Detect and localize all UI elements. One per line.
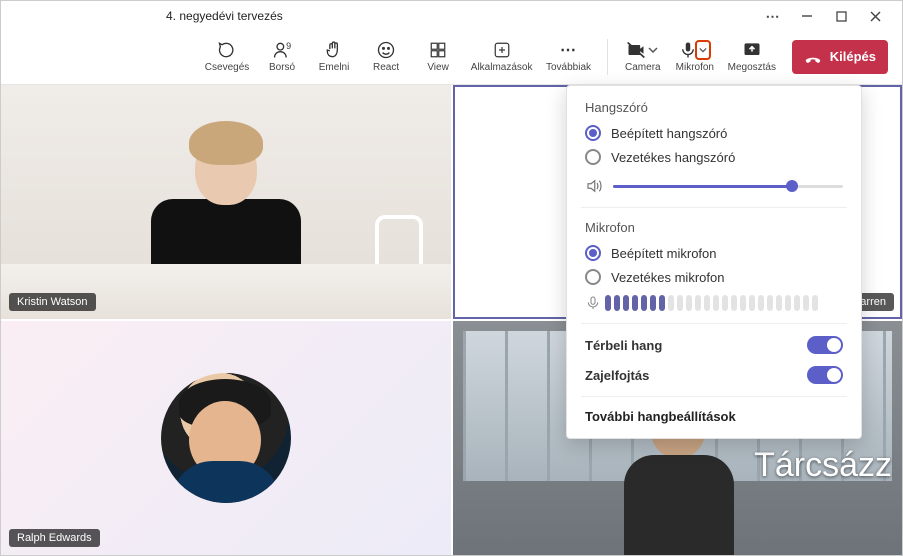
people-label: Borsó — [269, 62, 295, 73]
overlay-text: Tárcsázz — [754, 446, 892, 485]
view-label: View — [427, 62, 449, 73]
share-screen-icon — [742, 40, 762, 60]
volume-slider[interactable] — [613, 185, 843, 188]
plus-square-icon — [493, 40, 511, 60]
participant-name: Ralph Edwards — [9, 529, 100, 547]
mic-level-meter — [585, 295, 843, 311]
camera-dropdown-button[interactable] — [645, 40, 661, 60]
more-window-button[interactable]: ⋯ — [756, 2, 790, 30]
radio-icon — [585, 125, 601, 141]
meeting-toolbar: Csevegés 9 Borsó Emelni React View Alkal… — [1, 31, 902, 85]
react-label: React — [373, 62, 399, 73]
toolbar-separator — [607, 39, 608, 75]
radio-icon — [585, 269, 601, 285]
participant-name: Kristin Watson — [9, 293, 96, 311]
people-icon: 9 — [272, 40, 292, 60]
hangup-icon — [804, 48, 822, 66]
noise-toggle[interactable] — [807, 366, 843, 384]
speaker-option-builtin[interactable]: Beépített hangszóró — [585, 125, 843, 141]
mic-option-builtin[interactable]: Beépített mikrofon — [585, 245, 843, 261]
emoji-icon — [376, 40, 396, 60]
people-button[interactable]: 9 Borsó — [259, 38, 305, 75]
apps-label: Alkalmazások — [471, 62, 533, 73]
speaker-volume-icon — [585, 177, 603, 195]
more-audio-settings-link[interactable]: További hangbeállítások — [585, 409, 843, 424]
speaker-option-label: Beépített hangszóró — [611, 126, 727, 141]
share-label: Megosztás — [728, 62, 776, 73]
participant-tile[interactable]: Kristin Watson — [1, 85, 451, 319]
chat-label: Csevegés — [205, 62, 249, 73]
more-label: Továbbiak — [546, 62, 591, 73]
microphone-icon — [585, 295, 601, 311]
raise-hand-button[interactable]: Emelni — [311, 38, 357, 75]
mic-label: Mikrofon — [676, 62, 714, 73]
camera-label: Camera — [625, 62, 661, 73]
people-count: 9 — [286, 41, 291, 51]
more-button[interactable]: ⋯ Továbbiak — [542, 38, 595, 75]
audio-settings-panel: Hangszóró Beépített hangszóró Vezetékes … — [566, 85, 862, 439]
camera-button[interactable]: Camera — [620, 38, 666, 75]
noise-suppression-row: Zajelfojtás — [585, 366, 843, 384]
leave-button[interactable]: Kilépés — [792, 40, 888, 74]
radio-icon — [585, 149, 601, 165]
speaker-option-wired[interactable]: Vezetékes hangszóró — [585, 149, 843, 165]
speaker-option-label: Vezetékes hangszóró — [611, 150, 735, 165]
view-button[interactable]: View — [415, 38, 461, 75]
leave-label: Kilépés — [830, 49, 876, 64]
apps-button[interactable]: Alkalmazások — [467, 38, 536, 75]
mic-dropdown-button[interactable] — [695, 40, 711, 60]
mic-section-header: Mikrofon — [585, 220, 843, 235]
mic-option-wired[interactable]: Vezetékes mikrofon — [585, 269, 843, 285]
window-title: 4. negyedévi tervezés — [166, 9, 283, 23]
share-button[interactable]: Megosztás — [724, 38, 780, 75]
spatial-toggle[interactable] — [807, 336, 843, 354]
chat-icon — [217, 40, 237, 60]
chat-button[interactable]: Csevegés — [201, 38, 253, 75]
ellipsis-icon: ⋯ — [560, 40, 577, 60]
speaker-section-header: Hangszóró — [585, 100, 843, 115]
spatial-label: Térbeli hang — [585, 338, 662, 353]
title-bar: 4. negyedévi tervezés ⋯ — [1, 1, 902, 31]
spatial-audio-row: Térbeli hang — [585, 336, 843, 354]
radio-icon — [585, 245, 601, 261]
camera-off-icon — [625, 40, 647, 60]
noise-label: Zajelfojtás — [585, 368, 649, 383]
mic-option-label: Vezetékes mikrofon — [611, 270, 724, 285]
maximize-button[interactable] — [824, 2, 858, 30]
participant-tile[interactable]: Ralph Edwards — [1, 321, 451, 555]
react-button[interactable]: React — [363, 38, 409, 75]
mic-option-label: Beépített mikrofon — [611, 246, 717, 261]
raise-label: Emelni — [319, 62, 350, 73]
mic-button[interactable]: Mikrofon — [672, 38, 718, 75]
close-button[interactable] — [858, 2, 892, 30]
hand-icon — [324, 40, 344, 60]
minimize-button[interactable] — [790, 2, 824, 30]
grid-icon — [429, 40, 447, 60]
